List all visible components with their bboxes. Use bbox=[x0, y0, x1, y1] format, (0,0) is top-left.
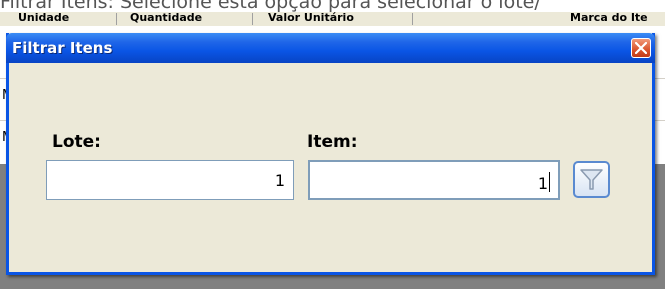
column-header-unidade[interactable]: Unidade bbox=[18, 12, 69, 24]
dialog-titlebar[interactable]: Filtrar Itens bbox=[6, 33, 655, 63]
close-icon bbox=[635, 42, 647, 54]
funnel-icon bbox=[580, 169, 603, 190]
dialog-content: Lote: 1 Item: 1 bbox=[9, 63, 652, 272]
filter-dialog: Filtrar Itens Lote: 1 Item: 1 bbox=[6, 33, 655, 275]
item-value: 1 bbox=[537, 174, 548, 193]
column-header-valor-unitario[interactable]: Valor Unitário bbox=[268, 12, 354, 24]
item-label: Item: bbox=[307, 132, 358, 152]
item-input[interactable]: 1 bbox=[308, 160, 560, 200]
column-separator bbox=[252, 13, 253, 25]
column-header-marca[interactable]: Marca do Ite bbox=[570, 12, 648, 24]
dialog-title: Filtrar Itens bbox=[12, 39, 113, 57]
lote-label: Lote: bbox=[52, 132, 101, 152]
lote-value: 1 bbox=[274, 171, 285, 190]
close-button[interactable] bbox=[631, 38, 651, 58]
grid-header: Unidade Quantidade Valor Unitário Marca … bbox=[0, 12, 665, 26]
lote-input[interactable]: 1 bbox=[46, 160, 294, 200]
filter-button[interactable] bbox=[573, 161, 610, 198]
column-separator bbox=[412, 13, 413, 25]
column-separator bbox=[116, 13, 117, 25]
text-caret bbox=[549, 172, 550, 192]
column-header-quantidade[interactable]: Quantidade bbox=[130, 12, 202, 24]
